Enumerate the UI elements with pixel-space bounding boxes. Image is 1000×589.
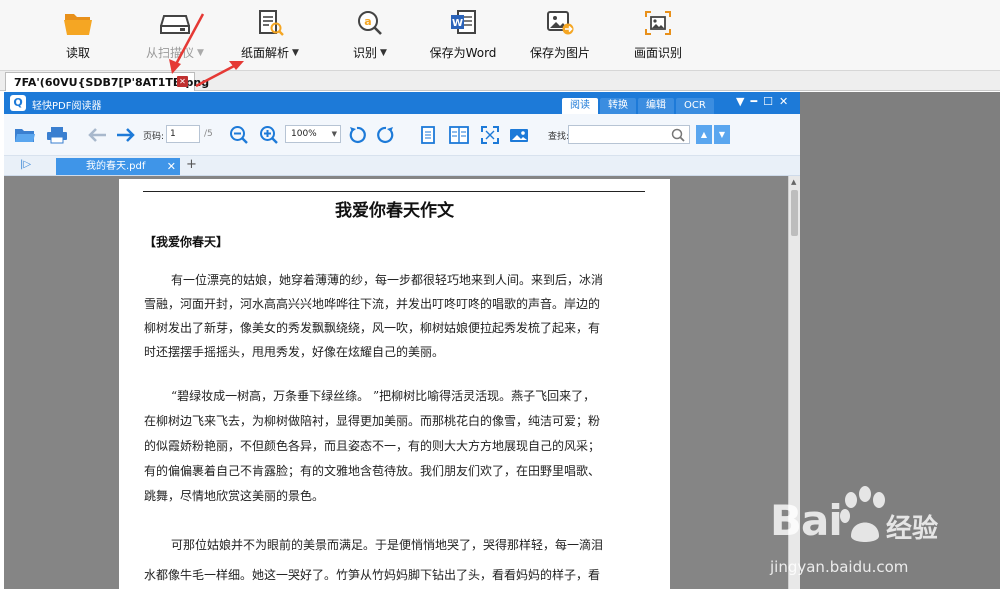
page-number-input[interactable]: 1: [166, 125, 200, 143]
printer-icon[interactable]: [46, 125, 68, 145]
screenshot-icon[interactable]: [509, 125, 531, 145]
reader-toolbar: 页码: 1 /5 100% ▼ 查找: ▲ ▼: [4, 114, 800, 156]
read-label: 读取: [65, 46, 90, 60]
reader-document-tab-name: 我的春天.pdf: [86, 161, 146, 172]
page-total: /5: [204, 129, 213, 139]
reader-titlebar: Q 轻快PDF阅读器 阅读 转换 编辑 OCR ▼ ━ ☐ ✕: [4, 92, 800, 114]
maximize-icon[interactable]: ☐: [763, 95, 773, 108]
reader-mode-tabs: 阅读 转换 编辑 OCR: [562, 98, 714, 114]
document-tab-strip: 7FA'(60VU{SDB7[P'8AT1TB.png ✕: [0, 71, 1000, 91]
open-folder-icon[interactable]: [14, 125, 36, 145]
body-line: 雪融，河面开封，河水高高兴兴地哗哗往下流，并发出叮咚叮咚的唱歌的声音。岸边的: [144, 297, 601, 311]
chevron-down-icon: ▼: [380, 47, 387, 58]
app-toolbar: 读取 从扫描仪▼ 纸面解析▼ a 识别▼ W 保存为Word 保存为图片: [0, 0, 1000, 71]
recognize-button[interactable]: a 识别 ▼: [348, 8, 392, 66]
tab-read[interactable]: 阅读: [562, 98, 598, 114]
body-line: 在柳树边飞来飞去，为柳树做陪衬，显得更加美丽。而那桃花白的像雪，纯洁可爱；粉: [144, 414, 601, 428]
reader-app-name: 轻快PDF阅读器: [32, 101, 102, 112]
body-line: 跳舞，尽情地欣赏这美丽的景色。: [144, 489, 325, 503]
watermark-brand-jingyan: 经验: [886, 514, 939, 544]
save-word-button[interactable]: W 保存为Word: [428, 8, 498, 66]
document-subtitle: 【我爱你春天】: [144, 235, 229, 249]
scanner-label: 从扫描仪: [146, 46, 195, 60]
body-line: 有的偏偏裹着自己不肯露脸；有的文雅地含苞待放。我们朋友们欢了，在田野里唱歌、: [144, 464, 601, 478]
ocr-magnify-icon: a: [355, 8, 385, 38]
zoom-out-icon[interactable]: [228, 125, 250, 145]
page-header-rule: [143, 191, 645, 192]
add-tab-icon[interactable]: +: [186, 157, 197, 172]
watermark-brand: Bai: [770, 496, 843, 545]
save-image-button[interactable]: 保存为图片: [528, 8, 592, 66]
document-title: 我爱你春天作文: [335, 201, 454, 221]
rotate-right-icon[interactable]: [375, 125, 397, 145]
prev-page-icon[interactable]: [86, 125, 108, 145]
single-page-icon[interactable]: [417, 125, 439, 145]
body-line: 有一位漂亮的姑娘，她穿着薄薄的纱，每一步都很轻巧地来到人间。来到后，冰消: [171, 273, 604, 287]
screen-recognize-button[interactable]: 画面识别: [633, 8, 683, 66]
recognize-label: 识别: [353, 46, 378, 60]
document-tab[interactable]: 7FA'(60VU{SDB7[P'8AT1TB.png ✕: [5, 72, 209, 91]
svg-text:a: a: [364, 15, 371, 28]
chevron-down-icon: ▼: [197, 47, 204, 58]
find-next-button[interactable]: ▼: [714, 125, 730, 144]
baidu-watermark: Bai 经验 jingyan.baidu.com: [762, 486, 996, 586]
rotate-left-icon[interactable]: [346, 125, 368, 145]
minimize-icon[interactable]: ━: [750, 95, 757, 108]
body-line: 的似霞娇粉艳丽，不但颜色各异，而且姿态不一，有的则大大方方地展现自己的风采；: [144, 439, 601, 453]
chevron-down-icon: ▼: [331, 130, 337, 138]
paper-analysis-button[interactable]: 纸面解析 ▼: [237, 8, 303, 66]
scroll-up-icon[interactable]: ▲: [791, 178, 796, 186]
chevron-down-icon: ▼: [292, 47, 299, 58]
watermark-url: jingyan.baidu.com: [770, 558, 909, 576]
folder-open-icon: [63, 8, 93, 38]
sidebar-toggle-icon[interactable]: |▷: [20, 159, 31, 170]
paper-analysis-label: 纸面解析: [241, 46, 290, 60]
reader-tab-bar: |▷ 我的春天.pdf ✕ +: [4, 156, 800, 176]
scanner-button[interactable]: 从扫描仪 ▼: [140, 8, 210, 66]
double-page-icon[interactable]: [448, 125, 470, 145]
save-image-label: 保存为图片: [529, 46, 590, 60]
body-line: 水都像牛毛一样细。她这一哭好了。竹笋从竹妈妈脚下钻出了头，看看妈妈的样子，看: [144, 568, 601, 582]
body-line: 柳树发出了新芽，像美女的秀发飘飘绕绕，风一吹，柳树姑娘便拉起秀发梳了起来，有: [144, 321, 601, 335]
tab-ocr[interactable]: OCR: [676, 98, 714, 114]
tab-convert[interactable]: 转换: [600, 98, 636, 114]
close-icon[interactable]: ✕: [779, 95, 788, 108]
reader-logo-icon: Q: [10, 95, 26, 111]
search-icon: [671, 128, 685, 142]
scanner-icon: [160, 8, 190, 38]
screen-capture-icon: [643, 8, 673, 38]
menu-dropdown-icon[interactable]: ▼: [736, 95, 744, 108]
close-icon[interactable]: ✕: [177, 76, 188, 87]
reader-document-tab[interactable]: 我的春天.pdf ✕: [56, 158, 180, 175]
document-page: 我爱你春天作文 【我爱你春天】 有一位漂亮的姑娘，她穿着薄薄的纱，每一步都很轻巧…: [119, 179, 670, 589]
fullscreen-icon[interactable]: [479, 125, 501, 145]
svg-text:W: W: [452, 18, 463, 29]
image-export-icon: [545, 8, 575, 38]
zoom-select[interactable]: 100% ▼: [285, 125, 341, 143]
scrollbar-thumb[interactable]: [791, 190, 798, 236]
find-label: 查找:: [548, 132, 570, 142]
window-controls: ▼ ━ ☐ ✕: [736, 95, 788, 108]
find-prev-button[interactable]: ▲: [696, 125, 712, 144]
save-word-label: 保存为Word: [429, 46, 497, 60]
next-page-icon[interactable]: [115, 125, 137, 145]
read-button[interactable]: 读取: [60, 8, 96, 66]
page-label: 页码:: [143, 132, 165, 142]
screen-recognize-label: 画面识别: [633, 46, 682, 60]
tab-edit[interactable]: 编辑: [638, 98, 674, 114]
paw-icon: [840, 486, 885, 542]
zoom-value: 100%: [291, 129, 317, 139]
word-document-icon: W: [448, 8, 478, 38]
find-input[interactable]: [568, 125, 690, 144]
close-icon[interactable]: ✕: [167, 158, 176, 175]
body-line: 时还摆摆手摇摇头，甩甩秀发，好像在炫耀自己的美丽。: [144, 345, 445, 359]
body-line: 可那位姑娘并不为眼前的美景而满足。于是便悄悄地哭了，哭得那样轻，每一滴泪: [171, 538, 604, 552]
zoom-in-icon[interactable]: [258, 125, 280, 145]
body-line: “碧绿妆成一树高，万条垂下绿丝绦。 ”把柳树比喻得活灵活现。燕子飞回来了，: [171, 389, 596, 403]
document-magnify-icon: [255, 8, 285, 38]
